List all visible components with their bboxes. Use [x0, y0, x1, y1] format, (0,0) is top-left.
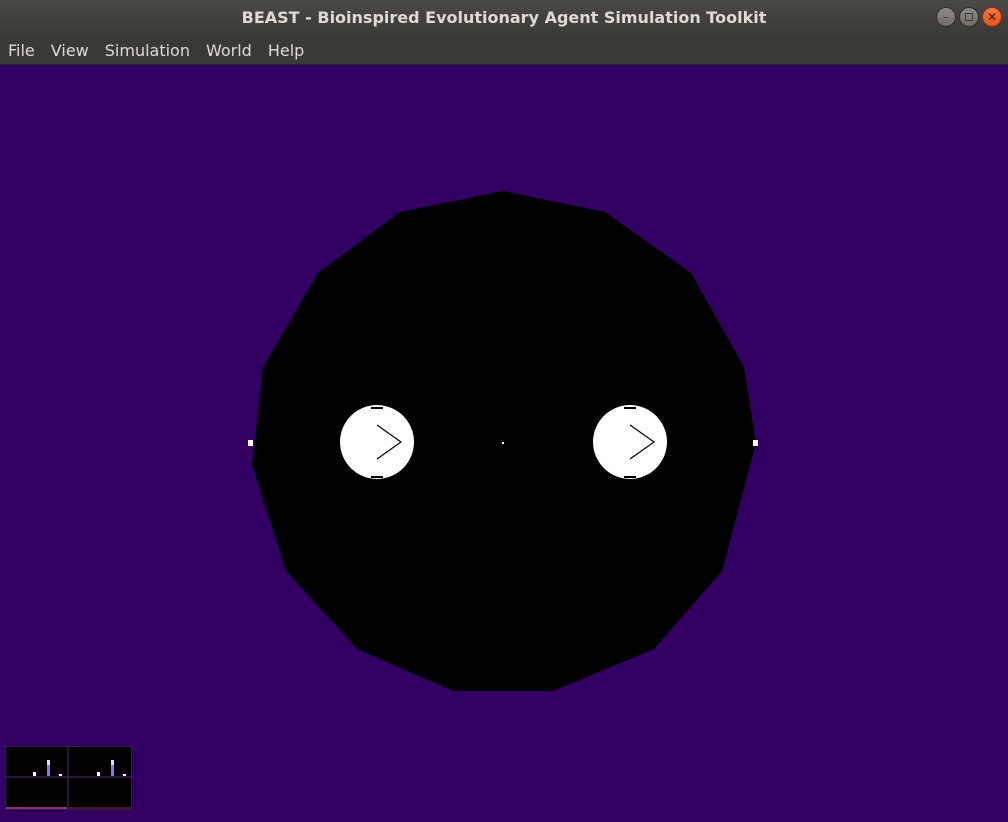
- window-title: BEAST - Bioinspired Evolutionary Agent S…: [241, 8, 767, 27]
- sensor-panel-2: [68, 746, 132, 810]
- close-button[interactable]: ✕: [982, 7, 1002, 27]
- sensor-bar: [123, 774, 126, 776]
- maximize-button[interactable]: [959, 7, 979, 27]
- simulation-viewport[interactable]: [0, 65, 1008, 822]
- menu-view[interactable]: View: [43, 36, 97, 65]
- sensor-bar: [97, 772, 100, 776]
- boundary-marker-right: [753, 440, 758, 446]
- sensor-bar: [59, 774, 62, 776]
- maximize-icon: [965, 13, 973, 21]
- agent-2[interactable]: [593, 405, 667, 479]
- menu-world[interactable]: World: [198, 36, 260, 65]
- window-controls: – ✕: [936, 7, 1002, 29]
- boundary-marker-left: [248, 440, 253, 446]
- sensor-panels: [5, 746, 132, 810]
- menu-help[interactable]: Help: [260, 36, 312, 65]
- arena: [252, 191, 756, 691]
- arena-center-dot: [502, 442, 504, 444]
- agent-1[interactable]: [340, 405, 414, 479]
- menu-file[interactable]: File: [0, 36, 43, 65]
- sensor-bar-top: [111, 760, 114, 765]
- title-bar[interactable]: BEAST - Bioinspired Evolutionary Agent S…: [0, 0, 1008, 36]
- world-canvas[interactable]: [0, 65, 1008, 822]
- menu-simulation[interactable]: Simulation: [97, 36, 198, 65]
- menu-bar: File View Simulation World Help: [0, 36, 1008, 65]
- sensor-panel-1: [5, 746, 68, 810]
- app-window: BEAST - Bioinspired Evolutionary Agent S…: [0, 0, 1008, 822]
- sensor-bar: [33, 772, 36, 776]
- close-icon: ✕: [986, 10, 998, 24]
- sensor-bar-top: [47, 760, 50, 765]
- minimize-icon: –: [943, 10, 949, 24]
- minimize-button[interactable]: –: [936, 7, 956, 27]
